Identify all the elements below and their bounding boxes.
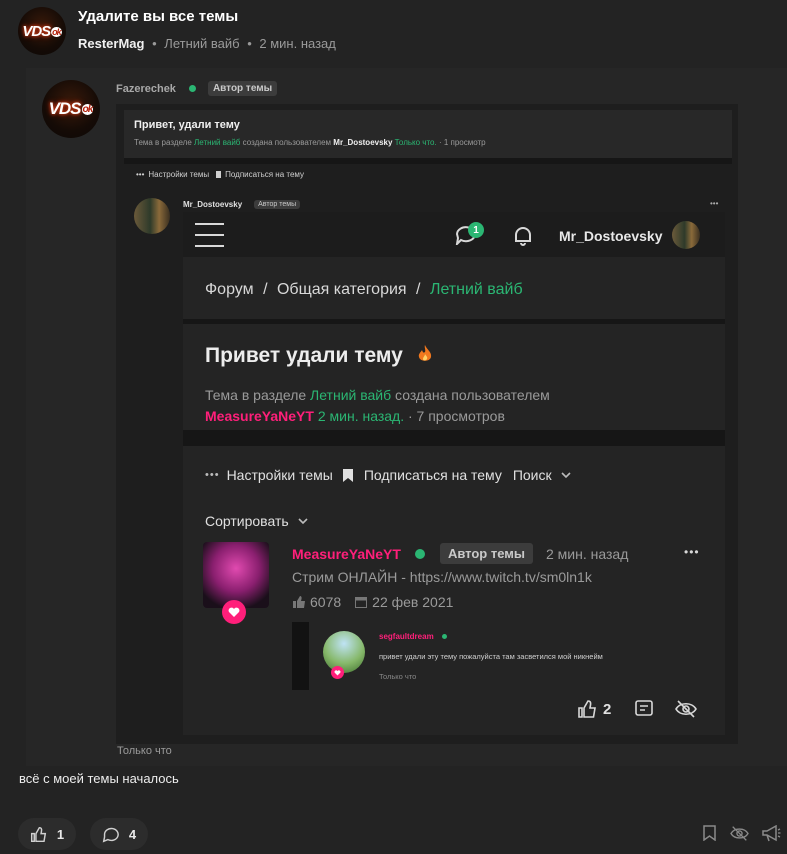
thread-time: 2 мин. назад (259, 36, 336, 51)
shot2-topbar: 1 Mr_Dostoevsky (183, 212, 725, 257)
shot1-divider (124, 158, 732, 164)
breadcrumb-forum[interactable]: Форум (205, 281, 254, 298)
shot1-title: Привет, удали тему (134, 119, 240, 131)
user-status: Стрим ОНЛАЙН - https://www.twitch.tv/sm0… (292, 569, 592, 585)
author-badge: Автор темы (439, 543, 533, 564)
subscribe-link[interactable]: Подписаться на тему (364, 467, 502, 483)
thumbs-up-icon (292, 595, 306, 609)
shot2-gap2 (183, 430, 725, 446)
fire-icon (417, 344, 433, 364)
chevron-down-icon (298, 517, 308, 525)
shot1-author[interactable]: Mr_Dostoevsky (183, 200, 242, 209)
comments-button[interactable]: 4 (90, 818, 148, 850)
online-indicator (414, 548, 425, 559)
comment-icon (102, 826, 119, 843)
post-text: всё с моей темы началось (19, 771, 179, 786)
shot2-header-avatar[interactable] (672, 221, 700, 249)
thumbs-up-icon (577, 699, 597, 719)
breadcrumb-general[interactable]: Общая категория (277, 281, 407, 298)
thread-title: Удалите вы все темы (78, 8, 239, 25)
post-time: Только что (117, 745, 172, 757)
reply-text: привет удали эту тему пожалуйста там зас… (379, 652, 603, 661)
shot2-meta-line1: Тема в разделе Летний вайб создана польз… (205, 387, 550, 403)
shot2-header-username[interactable]: Mr_Dostoevsky (559, 228, 663, 244)
reply-time: Только что (379, 672, 417, 681)
more-dots-icon[interactable]: ••• (205, 469, 220, 481)
quote-icon[interactable] (634, 699, 654, 719)
thread-author-link[interactable]: ResterMag (78, 36, 144, 51)
thread-meta: ResterMag • Летний вайб • 2 мин. назад (78, 36, 336, 51)
bell-icon[interactable] (512, 225, 534, 247)
thread-author-avatar[interactable]: VDS ok (18, 7, 66, 55)
sort-dropdown[interactable]: Сортировать (205, 513, 308, 529)
heart-badge-icon (222, 600, 246, 624)
post-author-link[interactable]: MeasureYaNeYT (292, 546, 401, 562)
bookmark-icon (216, 171, 222, 178)
post-time: 2 мин. назад (546, 545, 629, 562)
embedded-screenshot-2: 1 Mr_Dostoevsky Форум / Общая категория … (183, 212, 725, 735)
reply-user-link[interactable]: segfaultdream (379, 632, 434, 641)
shot2-breadcrumb-panel: Форум / Общая категория / Летний вайб (183, 257, 725, 319)
shot2-post-author-avatar[interactable] (203, 542, 269, 608)
shot1-subscribe[interactable]: Подписаться на тему (225, 170, 304, 179)
bookmark-icon[interactable] (703, 825, 716, 841)
avatar-logo: VDS ok (48, 99, 94, 118)
shot1-author-avatar[interactable] (134, 198, 170, 234)
shot2-meta-line2: MeasureYaNeYT 2 мин. назад. · 7 просмотр… (205, 408, 505, 424)
shot1-header-panel: Привет, удали тему Тема в разделе Летний… (124, 110, 732, 158)
shot1-author-badge: Автор темы (254, 200, 301, 209)
post-author-avatar[interactable]: VDS ok (42, 80, 100, 138)
online-indicator (188, 85, 196, 92)
post-author-row: Fazerechek Автор темы (116, 81, 278, 96)
online-indicator (441, 634, 447, 639)
shot1-more[interactable]: ••• (710, 199, 718, 208)
breadcrumb-summer[interactable]: Летний вайб (430, 281, 523, 298)
shot1-meta: Тема в разделе Летний вайб создана польз… (134, 138, 486, 147)
post-author-name[interactable]: Fazerechek (116, 83, 176, 95)
notification-count-badge: 1 (468, 222, 484, 238)
bookmark-icon (342, 468, 353, 482)
like-button[interactable]: 1 (18, 818, 76, 850)
shot1-actions: ••• Настройки темы Подписаться на тему (136, 170, 304, 179)
avatar-logo: VDS ok (22, 22, 62, 40)
hamburger-menu-icon[interactable] (195, 223, 224, 247)
hide-icon[interactable] (675, 699, 697, 719)
breadcrumb: Форум / Общая категория / Летний вайб (205, 281, 523, 298)
shot2-title-panel: Привет удали тему Тема в разделе Летний … (183, 324, 725, 430)
reply-heart-badge-icon (331, 666, 344, 679)
reply-header: segfaultdream (379, 632, 447, 641)
meta-user-link[interactable]: MeasureYaNeYT (205, 408, 314, 424)
post-like-button[interactable]: 2 (577, 699, 611, 719)
search-dropdown[interactable]: Поиск (513, 467, 552, 483)
user-stats: 6078 22 фев 2021 (292, 594, 453, 610)
shot2-post-author-row: MeasureYaNeYT Автор темы 2 мин. назад (292, 543, 628, 564)
shot1-author-row: Mr_Dostoevsky Автор темы (183, 200, 301, 209)
shot2-action-row: ••• Настройки темы Подписаться на тему П… (205, 467, 571, 483)
report-megaphone-icon[interactable] (762, 825, 781, 842)
thumbs-up-icon (30, 826, 47, 843)
thread-category-link[interactable]: Летний вайб (164, 36, 239, 51)
shot2-actions: ••• Настройки темы Подписаться на тему П… (183, 446, 725, 735)
post-more-icon[interactable]: ••• (684, 545, 700, 559)
hide-icon[interactable] (729, 825, 750, 842)
reply-side-bar (292, 622, 309, 690)
shot2-title: Привет удали тему (205, 344, 433, 368)
calendar-icon (355, 596, 368, 608)
chevron-down-icon (561, 471, 571, 479)
shot1-settings[interactable]: Настройки темы (148, 170, 209, 179)
thread-settings-link[interactable]: Настройки темы (227, 467, 333, 483)
reply-avatar[interactable] (323, 631, 365, 673)
author-badge: Автор темы (207, 81, 278, 96)
